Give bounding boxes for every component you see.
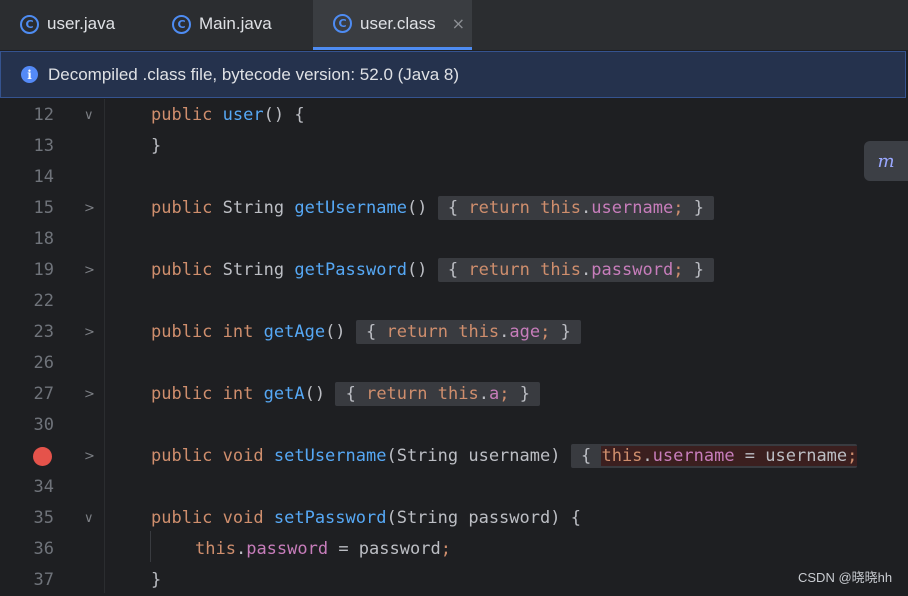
- line-number: 12: [33, 105, 54, 125]
- line-number: 27: [33, 384, 54, 404]
- code-editor[interactable]: 12 ∨ public user() { 13 } 14 15 > public…: [0, 99, 908, 593]
- code-line[interactable]: 19 > public String getPassword() { retur…: [0, 255, 908, 286]
- decompiled-info-banner: i Decompiled .class file, bytecode versi…: [0, 51, 906, 98]
- code-line[interactable]: > public void setUsername(String usernam…: [0, 441, 908, 472]
- folded-body[interactable]: { this.username = username;: [570, 444, 858, 468]
- folded-body[interactable]: { return this.password; }: [437, 258, 715, 282]
- fold-expand-icon[interactable]: >: [84, 317, 95, 348]
- tab-main-java[interactable]: C Main.java: [152, 0, 310, 48]
- code-line[interactable]: 35 ∨ public void setPassword(String pass…: [0, 503, 908, 534]
- breakpoint-icon[interactable]: [33, 447, 52, 466]
- code-text: public String getPassword() { return thi…: [151, 255, 715, 286]
- code-line[interactable]: 13 }: [0, 131, 908, 162]
- code-text: }: [151, 136, 162, 156]
- folded-body[interactable]: { return this.a; }: [335, 382, 541, 406]
- line-number: 34: [33, 477, 54, 497]
- tab-user-class[interactable]: C user.class ×: [313, 0, 472, 50]
- code-text: public void setUsername(String username)…: [151, 444, 858, 468]
- line-number: 35: [33, 508, 54, 528]
- fold-collapse-icon[interactable]: ∨: [84, 503, 94, 534]
- line-number: 13: [33, 136, 54, 156]
- reader-mode-icon[interactable]: m: [864, 141, 908, 181]
- tab-label: user.class: [360, 13, 436, 33]
- line-number: 19: [33, 260, 54, 280]
- fold-collapse-icon[interactable]: ∨: [84, 100, 94, 131]
- fold-expand-icon[interactable]: >: [84, 379, 95, 410]
- class-icon: C: [172, 14, 191, 34]
- line-number: 37: [33, 570, 54, 590]
- code-line[interactable]: 37 }: [0, 565, 908, 596]
- code-line[interactable]: 30: [0, 410, 908, 441]
- line-number: 18: [33, 229, 54, 249]
- code-line[interactable]: 34: [0, 472, 908, 503]
- close-icon[interactable]: ×: [452, 14, 465, 33]
- code-text: this.password = password;: [195, 539, 451, 559]
- code-line[interactable]: 15 > public String getUsername() { retur…: [0, 193, 908, 224]
- folded-body[interactable]: { return this.username; }: [437, 196, 715, 220]
- tab-label: user.java: [47, 14, 116, 33]
- code-line[interactable]: 18: [0, 224, 908, 255]
- code-line[interactable]: 26: [0, 348, 908, 379]
- fold-expand-icon[interactable]: >: [84, 193, 95, 224]
- class-icon: C: [333, 14, 352, 33]
- info-icon: i: [21, 66, 38, 83]
- fold-expand-icon[interactable]: >: [84, 441, 95, 472]
- code-text: }: [151, 570, 162, 590]
- code-text: public int getAge() { return this.age; }: [151, 317, 582, 348]
- line-number: 14: [33, 167, 54, 187]
- code-line[interactable]: 36 this.password = password;: [0, 534, 908, 565]
- line-number: 22: [33, 291, 54, 311]
- code-line[interactable]: 12 ∨ public user() {: [0, 100, 908, 131]
- editor-tab-bar: C user.java C Main.java C user.class ×: [0, 0, 908, 51]
- code-line[interactable]: 23 > public int getAge() { return this.a…: [0, 317, 908, 348]
- code-text: public int getA() { return this.a; }: [151, 379, 541, 410]
- code-line[interactable]: 22: [0, 286, 908, 317]
- line-number: 30: [33, 415, 54, 435]
- code-text: public void setPassword(String password)…: [151, 508, 581, 528]
- tab-label: Main.java: [199, 14, 272, 33]
- watermark: CSDN @晓晓hh: [798, 570, 893, 585]
- line-number: 23: [33, 322, 54, 342]
- banner-text: Decompiled .class file, bytecode version…: [48, 64, 460, 84]
- code-line[interactable]: 14: [0, 162, 908, 193]
- tab-user-java[interactable]: C user.java: [0, 0, 150, 48]
- code-text: public user() {: [151, 105, 305, 125]
- line-number: 26: [33, 353, 54, 373]
- line-number: 36: [33, 539, 54, 559]
- code-line[interactable]: 27 > public int getA() { return this.a; …: [0, 379, 908, 410]
- fold-expand-icon[interactable]: >: [84, 255, 95, 286]
- code-text: public String getUsername() { return thi…: [151, 193, 715, 224]
- class-icon: C: [20, 14, 39, 34]
- line-number: 15: [33, 198, 54, 218]
- folded-body[interactable]: { return this.age; }: [355, 320, 582, 344]
